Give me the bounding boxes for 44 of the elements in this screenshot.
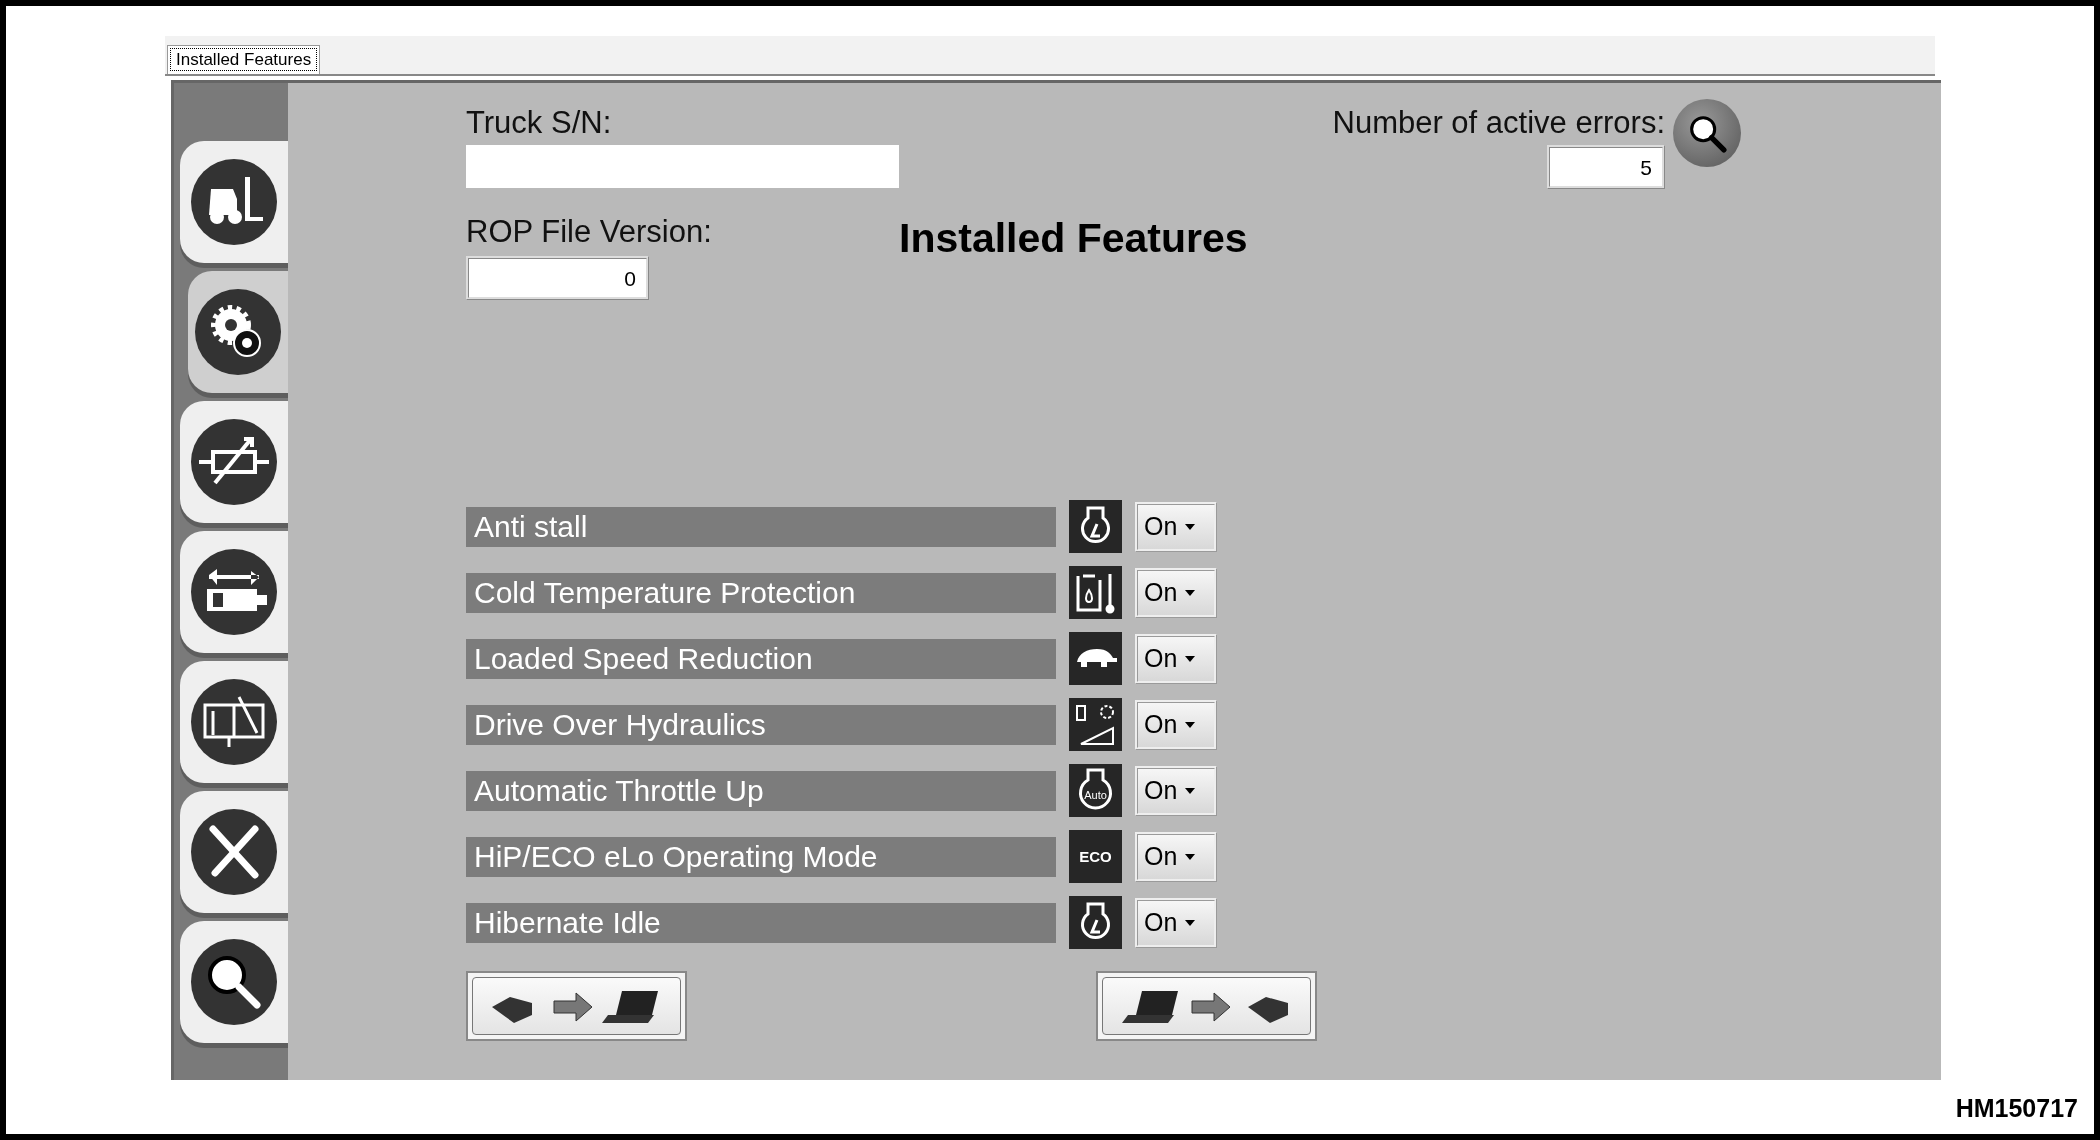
engine-thermometer-icon: [1069, 566, 1122, 619]
tab[interactable]: Installed Features: [167, 45, 321, 74]
feature-label: Hibernate Idle: [466, 902, 1056, 943]
dropdown[interactable]: On: [1135, 567, 1217, 618]
caret-icon: [1185, 721, 1196, 728]
download-button[interactable]: [466, 971, 687, 1041]
caret-icon: [1185, 589, 1196, 596]
resistor-icon: [189, 417, 279, 507]
eco-icon: ECO: [1069, 830, 1122, 883]
feature-label: Cold Temperature Protection: [466, 572, 1056, 613]
forklift-icon: [189, 157, 279, 247]
field-label: ROP File Version:: [466, 214, 713, 250]
feature-label: Drive Over Hydraulics: [466, 704, 1056, 745]
engine-icon: [1069, 896, 1122, 949]
caret-icon: [1185, 853, 1196, 860]
page-title: Installed Features: [899, 215, 1248, 262]
truck-sn-field[interactable]: [466, 145, 899, 188]
feature-label: Automatic Throttle Up: [466, 770, 1056, 811]
caret-icon: [1185, 787, 1196, 794]
caret-icon: [1185, 655, 1196, 662]
engine-icon: [1069, 500, 1122, 553]
hydraulics-icon: [1069, 698, 1122, 751]
field-label: Truck S/N:: [466, 105, 613, 141]
gears-icon: [193, 287, 283, 377]
search-icon: [189, 937, 279, 1027]
icon-text: Auto: [1084, 789, 1107, 801]
error-count-field: 5: [1547, 145, 1665, 189]
dropdown[interactable]: On: [1135, 699, 1217, 750]
cylinder-icon: [189, 547, 279, 637]
field-label: Number of active errors:: [1332, 105, 1665, 141]
feature-label: HiP/ECO eLo Operating Mode: [466, 836, 1056, 877]
feature-label: Loaded Speed Reduction: [466, 638, 1056, 679]
upload-button[interactable]: [1096, 971, 1317, 1041]
dropdown[interactable]: On: [1135, 633, 1217, 684]
feature-label: Anti stall: [466, 506, 1056, 547]
figure-code: HM150717: [1955, 1094, 2078, 1123]
dropdown[interactable]: On: [1135, 765, 1217, 816]
caret-icon: [1185, 919, 1196, 926]
valve-diagram-icon: [189, 677, 279, 767]
caret-icon: [1185, 523, 1196, 530]
dropdown[interactable]: On: [1135, 501, 1217, 552]
dropdown[interactable]: On: [1135, 831, 1217, 882]
rop-version-field[interactable]: 0: [466, 256, 649, 300]
dropdown[interactable]: On: [1135, 897, 1217, 948]
